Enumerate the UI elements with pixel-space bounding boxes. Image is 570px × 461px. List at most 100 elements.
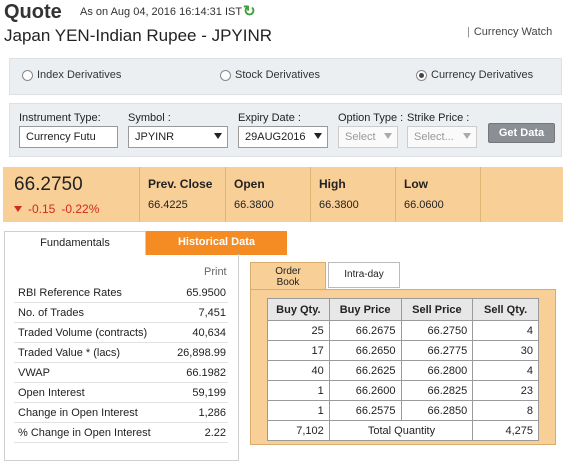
empty-cell <box>480 167 563 222</box>
table-row: 1 66.2575 66.2850 8 <box>267 400 539 421</box>
radio-currency-derivatives[interactable]: Currency Derivatives <box>416 69 533 81</box>
buy-price: 66.2650 <box>328 340 402 361</box>
table-header-row: Buy Qty. Buy Price Sell Price Sell Qty. <box>267 298 539 321</box>
price-change: -0.15 -0.22% <box>14 202 99 216</box>
radio-button-selected-icon[interactable] <box>416 69 427 81</box>
column-header: Sell Qty. <box>472 298 539 321</box>
sell-qty: 30 <box>472 340 539 361</box>
table-row: 25 66.2675 66.2750 4 <box>267 320 539 341</box>
open-label: Open <box>234 177 265 191</box>
instrument-type-select[interactable]: Currency Futu <box>19 126 118 148</box>
expiry-date-select[interactable]: 29AUG2016 <box>238 126 328 148</box>
tab-fundamentals[interactable]: Fundamentals <box>4 231 146 255</box>
option-type-label: Option Type : <box>338 112 404 124</box>
last-price: 66.2750 <box>14 174 83 195</box>
row-label: Traded Value * (lacs) <box>18 347 121 359</box>
fundamental-row: Traded Value * (lacs) 26,898.99 <box>14 343 228 363</box>
fundamental-row: Traded Volume (contracts) 40,634 <box>14 323 228 343</box>
buy-qty: 1 <box>267 400 330 421</box>
open-value: 66.3800 <box>234 199 274 211</box>
row-value: 2.22 <box>204 427 226 439</box>
prev-close-value: 66.4225 <box>148 199 188 211</box>
sell-price: 66.2750 <box>400 320 474 341</box>
currency-watch-link[interactable]: | Currency Watch <box>467 26 552 38</box>
chevron-down-icon <box>463 133 471 139</box>
print-link[interactable]: Print <box>204 266 227 278</box>
currency-watch-label[interactable]: Currency Watch <box>474 26 552 38</box>
select-value: 29AUG2016 <box>245 131 306 143</box>
as-on-timestamp: As on Aug 04, 2016 16:14:31 IST <box>80 6 243 18</box>
fundamental-row: VWAP 66.1982 <box>14 363 228 383</box>
table-row: 1 66.2600 66.2825 23 <box>267 380 539 401</box>
low-value: 66.0600 <box>404 199 444 211</box>
buy-price: 66.2675 <box>328 320 402 341</box>
chevron-down-icon <box>314 133 322 139</box>
row-value: 65.9500 <box>186 287 226 299</box>
column-header: Sell Price <box>400 298 474 321</box>
total-quantity-label: Total Quantity <box>328 420 474 441</box>
instrument-title: Japan YEN-Indian Rupee - JPYINR <box>4 26 273 45</box>
buy-price: 66.2575 <box>328 400 402 421</box>
total-row: 7,102 Total Quantity 4,275 <box>267 420 539 441</box>
expiry-date-label: Expiry Date : <box>238 112 301 124</box>
sell-price: 66.2825 <box>400 380 474 401</box>
fundamental-row: % Change in Open Interest 2.22 <box>14 423 228 443</box>
chevron-down-icon <box>384 133 392 139</box>
open-cell: Open 66.3800 <box>225 167 310 222</box>
row-value: 59,199 <box>192 387 226 399</box>
high-cell: High 66.3800 <box>310 167 395 222</box>
row-label: RBI Reference Rates <box>18 287 122 299</box>
strike-price-select[interactable]: Select... <box>407 126 477 148</box>
select-value: JPYINR <box>135 131 175 143</box>
select-value: Select <box>345 131 376 143</box>
strike-price-label: Strike Price : <box>407 112 470 124</box>
table-row: 17 66.2650 66.2775 30 <box>267 340 539 361</box>
sell-qty: 4 <box>472 360 539 381</box>
high-value: 66.3800 <box>319 199 359 211</box>
table-row: 40 66.2625 66.2800 4 <box>267 360 539 381</box>
segment-panel: Index Derivatives Stock Derivatives Curr… <box>9 58 562 95</box>
row-label: No. of Trades <box>18 307 85 319</box>
filter-panel: Instrument Type: Currency Futu Symbol : … <box>9 103 562 157</box>
buy-price: 66.2625 <box>328 360 402 381</box>
radio-button-icon[interactable] <box>220 69 231 81</box>
select-value: Currency Futu <box>26 131 96 143</box>
change-percent: -0.22% <box>61 202 100 216</box>
change-value: -0.15 <box>28 202 56 216</box>
radio-stock-derivatives[interactable]: Stock Derivatives <box>220 69 320 81</box>
select-value: Select... <box>414 131 454 143</box>
page-title: Quote <box>4 1 62 23</box>
total-buy-qty: 7,102 <box>267 420 330 441</box>
fundamental-row: RBI Reference Rates 65.9500 <box>14 283 228 303</box>
sell-qty: 4 <box>472 320 539 341</box>
buy-qty: 1 <box>267 380 330 401</box>
row-value: 66.1982 <box>186 367 226 379</box>
instrument-type-label: Instrument Type: <box>19 112 101 124</box>
radio-index-derivatives[interactable]: Index Derivatives <box>22 69 121 81</box>
refresh-icon[interactable]: ↻ <box>243 2 256 20</box>
radio-button-icon[interactable] <box>22 69 33 81</box>
get-data-button[interactable]: Get Data <box>488 123 555 143</box>
order-book-table: Buy Qty. Buy Price Sell Price Sell Qty. … <box>267 298 539 441</box>
tab-intraday[interactable]: Intra-day <box>328 262 400 288</box>
symbol-select[interactable]: JPYINR <box>128 126 228 148</box>
row-label: VWAP <box>18 367 50 379</box>
high-label: High <box>319 177 346 191</box>
total-sell-qty: 4,275 <box>472 420 539 441</box>
sell-qty: 23 <box>472 380 539 401</box>
down-arrow-icon <box>14 206 22 212</box>
prev-close-label: Prev. Close <box>148 177 213 191</box>
fundamental-row: Open Interest 59,199 <box>14 383 228 403</box>
row-label: Open Interest <box>18 387 85 399</box>
option-type-select[interactable]: Select <box>338 126 398 148</box>
tab-historical-data[interactable]: Historical Data <box>146 231 287 255</box>
symbol-label: Symbol : <box>128 112 171 124</box>
chevron-down-icon <box>214 133 222 139</box>
sell-price: 66.2850 <box>400 400 474 421</box>
tab-order-book[interactable]: Order Book <box>250 262 326 290</box>
row-label: Traded Volume (contracts) <box>18 327 148 339</box>
buy-qty: 25 <box>267 320 330 341</box>
sell-qty: 8 <box>472 400 539 421</box>
radio-label: Currency Derivatives <box>431 69 534 81</box>
low-label: Low <box>404 177 428 191</box>
